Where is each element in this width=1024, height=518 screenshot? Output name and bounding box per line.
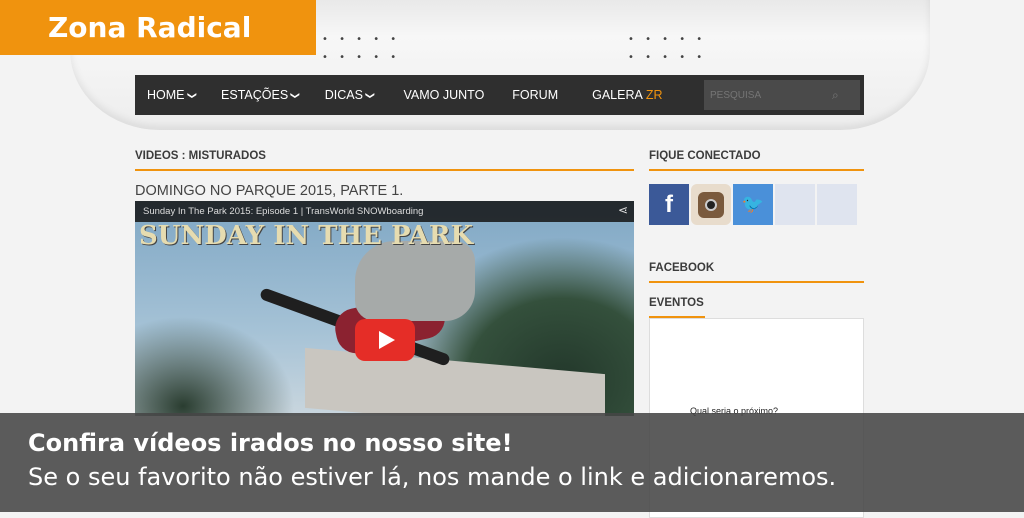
search-icon[interactable]: ⌕ [832, 88, 839, 103]
camera-icon [698, 191, 724, 218]
video-rider [355, 241, 475, 321]
section-underline [649, 169, 864, 171]
video-logo: SUNDAY IN THE PARK [139, 221, 474, 251]
play-button[interactable] [355, 319, 415, 361]
share-icon[interactable]: ⋖ [618, 203, 628, 217]
caption-headline: Confira vídeos irados no nosso site! [28, 429, 513, 457]
nav-item-estacoes[interactable]: ESTAÇÕES ❯ [221, 88, 301, 102]
search-box: ⌕ [704, 80, 860, 110]
video-title[interactable]: Sunday In The Park 2015: Episode 1 | Tra… [143, 206, 423, 217]
sidebar-facebook-title: FACEBOOK [649, 262, 715, 274]
facebook-icon[interactable]: f [649, 184, 689, 225]
caption-subtext: Se o seu favorito não estiver lá, nos ma… [28, 463, 837, 491]
nav-label: DICAS [324, 88, 363, 102]
main-nav: HOME ❯ ESTAÇÕES ❯ DICAS ❯ VAMO JUNTO FORUM … [135, 75, 864, 115]
sidebar-events-title: EVENTOS [649, 297, 704, 309]
sidebar-connect-title: FIQUE CONECTADO [649, 150, 761, 162]
decor-dots: • • • • • [628, 34, 707, 45]
nav-item-galera[interactable]: GALERA ZR [592, 88, 662, 102]
nav-item-dicas[interactable]: DICAS ❯ [324, 88, 376, 102]
nav-item-home[interactable]: HOME ❯ [147, 88, 197, 102]
nav-label: VAMO JUNTO [403, 88, 485, 102]
section-underline [649, 281, 864, 283]
decor-dots: • • • • • [322, 34, 401, 45]
nav-label-accent: ZR [645, 88, 663, 102]
nav-item-vamo-junto[interactable]: VAMO JUNTO [404, 88, 485, 102]
social-placeholder [817, 184, 857, 225]
video-trees [135, 316, 295, 416]
section-underline [135, 169, 634, 171]
nav-label: HOME [147, 88, 185, 102]
caption-overlay: Confira vídeos irados no nosso site! Se … [0, 413, 1024, 512]
twitter-icon[interactable]: 🐦 [733, 184, 773, 225]
section-title: VIDEOS : MISTURADOS [135, 150, 266, 162]
nav-label: FORUM [512, 88, 559, 102]
search-input[interactable] [704, 88, 832, 102]
nav-item-forum[interactable]: FORUM [512, 88, 558, 102]
nav-label: ESTAÇÕES [221, 88, 289, 102]
social-links: f 🐦 [649, 184, 857, 225]
video-player[interactable]: SUNDAY IN THE PARK Sunday In The Park 20… [135, 201, 634, 416]
decor-dots: • • • • • [322, 52, 401, 63]
chevron-down-icon: ❯ [290, 91, 301, 99]
instagram-icon[interactable] [691, 184, 731, 225]
chevron-down-icon: ❯ [365, 91, 376, 99]
chevron-down-icon: ❯ [186, 91, 197, 99]
brand-banner: Zona Radical [0, 0, 316, 55]
video-title-bar: Sunday In The Park 2015: Episode 1 | Tra… [135, 201, 634, 222]
nav-label: GALERA [592, 88, 643, 102]
post-title[interactable]: DOMINGO NO PARQUE 2015, PARTE 1. [135, 183, 403, 199]
decor-dots: • • • • • [628, 52, 707, 63]
social-placeholder [775, 184, 815, 225]
